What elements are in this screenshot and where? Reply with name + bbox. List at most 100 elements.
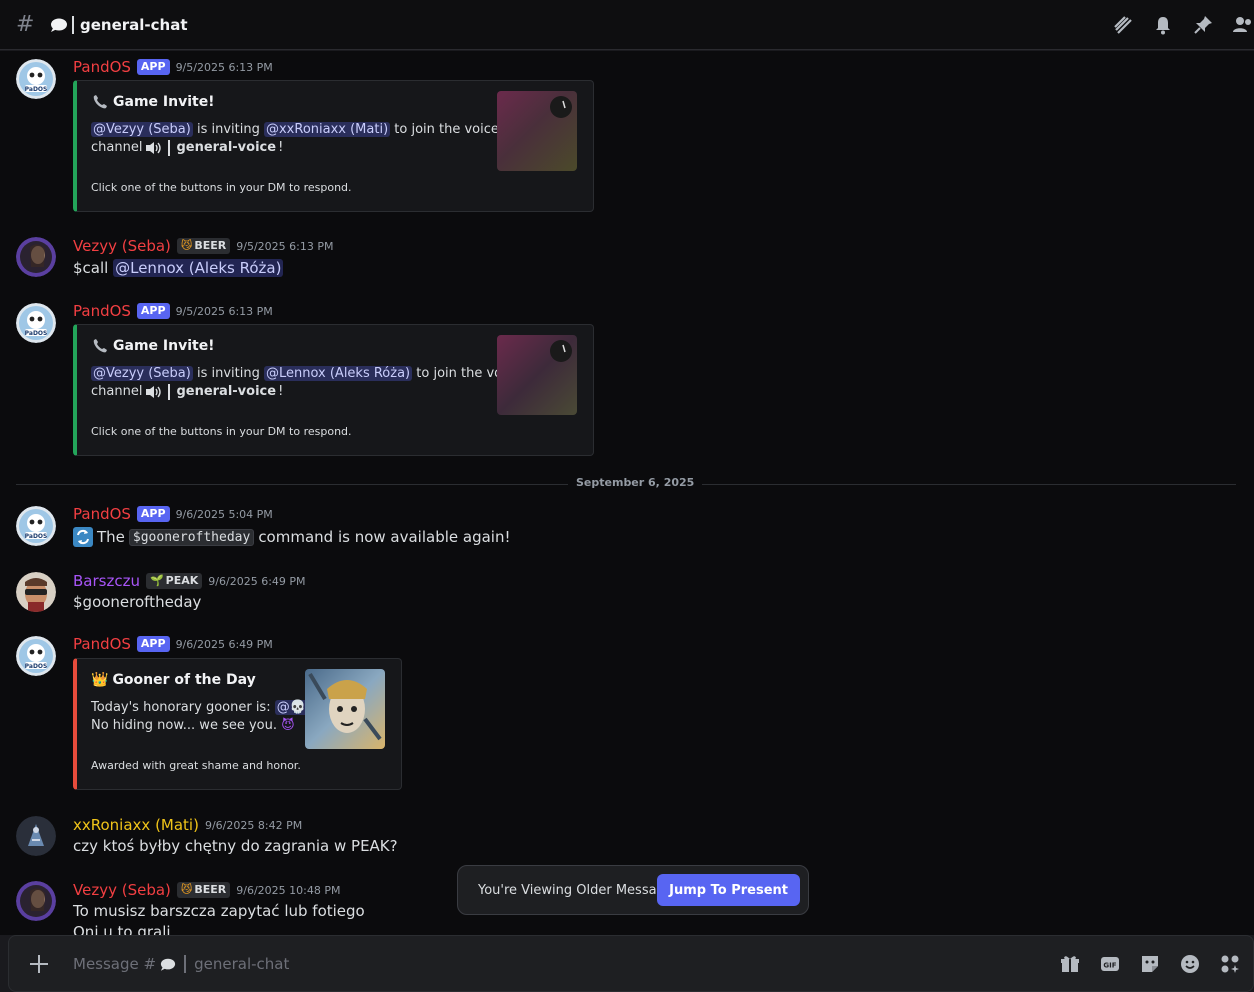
- user-mention[interactable]: @xxRoniaxx (Mati): [263, 122, 391, 137]
- user-mention[interactable]: @Vezyy (Seba): [91, 366, 193, 381]
- date-divider-label: September 6, 2025: [568, 476, 703, 489]
- hash-icon: #: [16, 12, 35, 37]
- speech-bubble-icon: [160, 958, 176, 971]
- mention-at: @: [276, 700, 290, 715]
- user-mention[interactable]: @Vezyy (Seba): [91, 122, 193, 137]
- placeholder-prefix: Message #: [73, 955, 157, 973]
- timestamp[interactable]: 9/6/2025 6:49 PM: [208, 575, 305, 588]
- gif-icon[interactable]: GIF: [1099, 953, 1121, 975]
- embed-title: Game Invite!: [91, 338, 215, 354]
- timestamp[interactable]: 9/6/2025 10:48 PM: [236, 884, 340, 897]
- message: PaDOS PandOS APP 9/5/2025 6:13 PM Game I…: [0, 57, 1240, 227]
- username[interactable]: Barszczu: [73, 572, 140, 590]
- svg-text:PaDOS: PaDOS: [25, 86, 48, 93]
- avatar[interactable]: [16, 816, 56, 856]
- username[interactable]: PandOS: [73, 505, 131, 523]
- message-text: command is now available again!: [258, 528, 511, 546]
- timestamp[interactable]: 9/5/2025 6:13 PM: [176, 61, 273, 74]
- older-messages-text: You're Viewing Older Messages: [478, 882, 680, 898]
- username[interactable]: PandOS: [73, 58, 131, 76]
- tag-label: PEAK: [165, 574, 199, 587]
- avatar[interactable]: [16, 237, 56, 277]
- message-header: Vezyy (Seba) 😼 BEER 9/6/2025 10:48 PM: [73, 881, 340, 899]
- message-header: PandOS APP 9/5/2025 6:13 PM: [73, 302, 273, 320]
- user-mention[interactable]: @💀: [274, 700, 308, 715]
- avatar[interactable]: PaDOS: [16, 303, 56, 343]
- svg-text:PaDOS: PaDOS: [25, 533, 48, 540]
- timestamp[interactable]: 9/6/2025 6:49 PM: [176, 638, 273, 651]
- timestamp[interactable]: 9/5/2025 6:13 PM: [176, 305, 273, 318]
- channel-link[interactable]: general-voice: [176, 139, 276, 157]
- message-input[interactable]: Message # general-chat: [73, 955, 289, 973]
- message-content: The $gooneroftheday command is now avail…: [73, 527, 511, 547]
- cat-icon: 😼: [180, 239, 193, 252]
- username[interactable]: xxRoniaxx (Mati): [73, 816, 199, 834]
- embed-thumbnail[interactable]: [497, 335, 577, 415]
- avatar[interactable]: PaDOS: [16, 636, 56, 676]
- embed-title: 👑 Gooner of the Day: [91, 672, 256, 688]
- embed-text: channel: [91, 384, 143, 399]
- timestamp[interactable]: 9/5/2025 6:13 PM: [236, 240, 333, 253]
- emoji-icon[interactable]: [1179, 953, 1201, 975]
- avatar[interactable]: PaDOS: [16, 59, 56, 99]
- members-icon[interactable]: [1232, 14, 1254, 36]
- message-content: $gooneroftheday: [73, 593, 202, 611]
- avatar[interactable]: [16, 881, 56, 921]
- message: xxRoniaxx (Mati) 9/6/2025 8:42 PM czy kt…: [0, 813, 1240, 863]
- gift-icon[interactable]: [1059, 953, 1081, 975]
- message: PaDOS PandOS APP 9/5/2025 6:13 PM Game I…: [0, 301, 1240, 471]
- message-header: PandOS APP 9/6/2025 5:04 PM: [73, 505, 273, 523]
- inline-code: $gooneroftheday: [128, 528, 255, 546]
- timestamp[interactable]: 9/6/2025 5:04 PM: [176, 508, 273, 521]
- embed-title: Game Invite!: [91, 94, 215, 110]
- tag-label: BEER: [194, 239, 227, 252]
- message-composer[interactable]: Message # general-chat GIF: [8, 935, 1254, 992]
- channel-link[interactable]: general-voice: [176, 383, 276, 401]
- message-list[interactable]: PaDOS PandOS APP 9/5/2025 6:13 PM Game I…: [0, 51, 1254, 935]
- composer-tools: GIF: [1059, 953, 1241, 975]
- svg-text:GIF: GIF: [1103, 962, 1116, 970]
- message: Barszczu 🌱 PEAK 9/6/2025 6:49 PM $goonero…: [0, 569, 1240, 619]
- tag-badge: 🌱 PEAK: [145, 573, 203, 589]
- username[interactable]: Vezyy (Seba): [73, 881, 171, 899]
- apps-icon[interactable]: [1219, 953, 1241, 975]
- message-content: czy ktoś byłby chętny do zagrania w PEAK…: [73, 837, 398, 855]
- username[interactable]: PandOS: [73, 635, 131, 653]
- plus-icon[interactable]: [27, 952, 51, 976]
- timestamp[interactable]: 9/6/2025 8:42 PM: [205, 819, 302, 832]
- message: Vezyy (Seba) 😼 BEER 9/5/2025 6:13 PM $cal…: [0, 234, 1240, 284]
- pin-icon[interactable]: [1192, 14, 1214, 36]
- message-content: Oni u to grali: [73, 923, 171, 935]
- channel-separator: [184, 955, 187, 973]
- user-mention[interactable]: @Lennox (Aleks Róża): [113, 259, 284, 277]
- embed-text: No hiding now... we see you.: [91, 718, 277, 733]
- embed-footer: Awarded with great shame and honor.: [91, 759, 301, 772]
- embed: 👑 Gooner of the Day Today's honorary goo…: [73, 658, 402, 790]
- username[interactable]: Vezyy (Seba): [73, 237, 171, 255]
- tag-label: BEER: [194, 883, 227, 896]
- channel-separator: [168, 140, 171, 156]
- skull-icon: 💀: [289, 700, 306, 715]
- tag-badge: 😼 BEER: [176, 238, 231, 254]
- avatar[interactable]: PaDOS: [16, 506, 56, 546]
- embed-thumbnail[interactable]: [497, 91, 577, 171]
- app-badge: APP: [136, 303, 170, 319]
- message-header: PandOS APP 9/5/2025 6:13 PM: [73, 58, 273, 76]
- embed-thumbnail[interactable]: [305, 669, 385, 749]
- threads-icon[interactable]: [1112, 14, 1134, 36]
- user-mention[interactable]: @Lennox (Aleks Róża): [263, 366, 413, 381]
- repeat-icon: [73, 527, 93, 547]
- speaker-icon: [146, 142, 162, 154]
- sticker-icon[interactable]: [1139, 953, 1161, 975]
- tag-badge: 😼 BEER: [176, 882, 231, 898]
- embed: Game Invite! @Vezyy (Seba) is inviting @…: [73, 324, 594, 456]
- embed-text: Today's honorary gooner is:: [91, 700, 271, 715]
- username[interactable]: PandOS: [73, 302, 131, 320]
- avatar[interactable]: [16, 572, 56, 612]
- bell-icon[interactable]: [1152, 14, 1174, 36]
- app-badge: APP: [136, 636, 170, 652]
- channel-separator: [168, 384, 171, 400]
- embed: Game Invite! @Vezyy (Seba) is inviting @…: [73, 80, 594, 212]
- cat-icon: 😼: [180, 883, 193, 896]
- jump-to-present-button[interactable]: Jump To Present: [657, 874, 800, 906]
